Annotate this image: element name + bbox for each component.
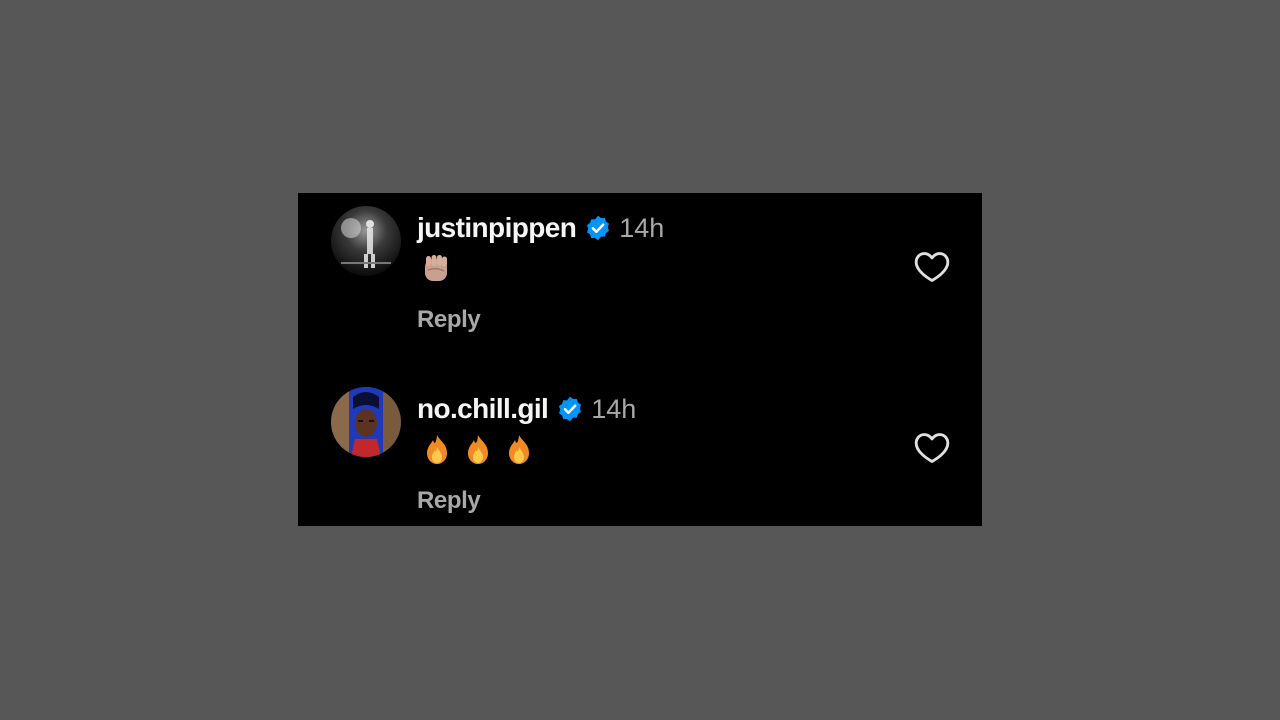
comment-header: justinpippen 14h <box>417 210 664 246</box>
comment-item: justinpippen 14h Reply <box>298 193 982 353</box>
reply-button[interactable]: Reply <box>417 487 481 515</box>
heart-outline-icon[interactable] <box>913 429 951 467</box>
verified-badge-icon <box>584 214 612 242</box>
avatar[interactable] <box>331 387 401 457</box>
fire-emoji <box>422 433 452 465</box>
comment-header: no.chill.gil 14h <box>417 391 636 427</box>
avatar-image <box>331 206 401 276</box>
comments-panel: justinpippen 14h Reply no.chill.gil 14h … <box>298 193 982 526</box>
username-link[interactable]: no.chill.gil <box>417 393 549 425</box>
timestamp: 14h <box>619 212 665 243</box>
fire-emoji <box>463 433 493 465</box>
avatar[interactable] <box>331 206 401 276</box>
avatar-image <box>331 387 401 457</box>
comment-text <box>422 251 450 285</box>
timestamp: 14h <box>591 393 637 424</box>
comment-text <box>422 432 534 466</box>
comment-item: no.chill.gil 14h Reply <box>298 374 982 526</box>
raised-fist-emoji <box>422 253 450 283</box>
heart-outline-icon[interactable] <box>913 248 951 286</box>
verified-badge-icon <box>556 395 584 423</box>
username-link[interactable]: justinpippen <box>417 212 577 244</box>
fire-emoji <box>504 433 534 465</box>
reply-button[interactable]: Reply <box>417 306 481 334</box>
